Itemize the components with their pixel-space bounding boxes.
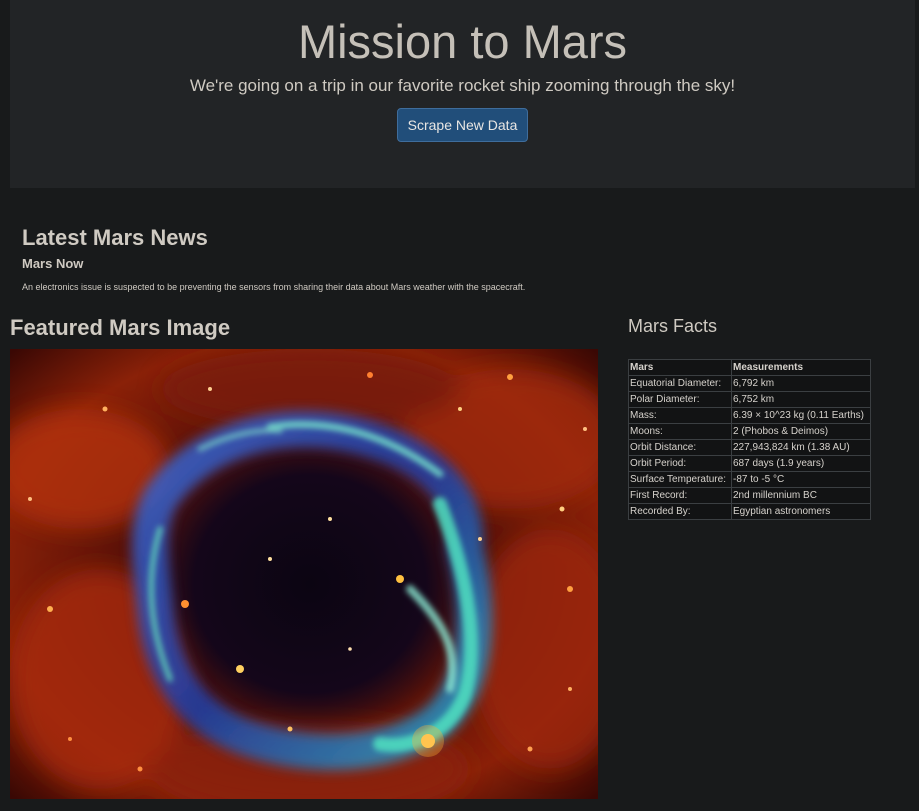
table-row: Equatorial Diameter: 6,792 km [628,375,871,392]
news-teaser: An electronics issue is suspected to be … [22,282,526,292]
table-row: Orbit Distance: 227,943,824 km (1.38 AU) [628,439,871,456]
table-row: Polar Diameter: 6,752 km [628,391,871,408]
table-row: Orbit Period: 687 days (1.9 years) [628,455,871,472]
scrape-new-data-button[interactable]: Scrape New Data [397,108,528,142]
latest-news-heading: Latest Mars News [22,225,208,250]
fact-value: 227,943,824 km (1.38 AU) [731,439,871,456]
fact-label: Surface Temperature: [628,471,732,488]
page-title: Mission to Mars [297,15,628,68]
table-row: Recorded By: Egyptian astronomers [628,503,871,520]
fact-label: First Record: [628,487,732,504]
fact-value: 687 days (1.9 years) [731,455,871,472]
column-header: Measurements [731,359,871,376]
fact-label: Mass: [628,407,732,424]
fact-value: 2 (Phobos & Deimos) [731,423,871,440]
fact-label: Polar Diameter: [628,391,732,408]
fact-value: 2nd millennium BC [731,487,871,504]
mars-facts-heading: Mars Facts [628,316,718,336]
table-row: Mass: 6.39 × 10^23 kg (0.11 Earths) [628,407,871,424]
fact-label: Recorded By: [628,503,732,520]
fact-value: 6.39 × 10^23 kg (0.11 Earths) [731,407,871,424]
news-title: Mars Now [22,256,84,271]
fact-label: Moons: [628,423,732,440]
featured-mars-image [10,349,598,799]
table-row: Moons: 2 (Phobos & Deimos) [628,423,871,440]
column-header: Mars [628,359,732,376]
fact-value: Egyptian astronomers [731,503,871,520]
jumbotron: Mission to Mars We're going on a trip in… [10,0,915,188]
fact-value: 6,752 km [731,391,871,408]
mars-facts-table: Mars Measurements Equatorial Diameter: 6… [628,359,871,520]
fact-value: 6,792 km [731,375,871,392]
page-tagline: We're going on a trip in our favorite ro… [189,76,736,95]
fact-value: -87 to -5 °C [731,471,871,488]
table-row: Surface Temperature: -87 to -5 °C [628,471,871,488]
table-header-row: Mars Measurements [628,359,871,376]
fact-label: Orbit Distance: [628,439,732,456]
featured-image-heading: Featured Mars Image [10,315,231,340]
fact-label: Orbit Period: [628,455,732,472]
table-row: First Record: 2nd millennium BC [628,487,871,504]
fact-label: Equatorial Diameter: [628,375,732,392]
